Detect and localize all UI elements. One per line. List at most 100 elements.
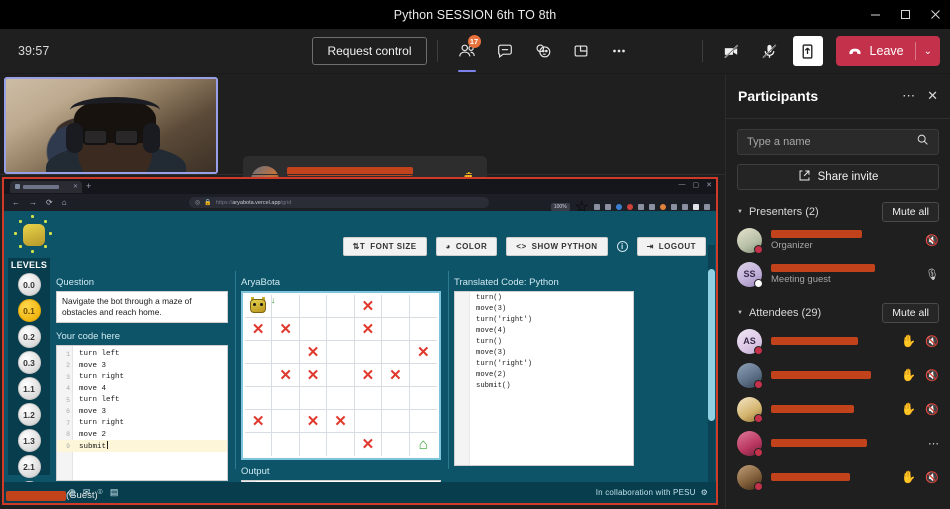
react-icon[interactable] xyxy=(528,36,558,66)
mic-off-icon[interactable] xyxy=(755,36,785,66)
title-bar: Python SESSION 6th TO 8th xyxy=(0,0,950,29)
book-icon[interactable]: ▤ xyxy=(110,487,119,498)
page-scrollbar-thumb[interactable] xyxy=(708,269,715,421)
more-icon[interactable] xyxy=(604,36,634,66)
restore-icon[interactable]: ▢ xyxy=(693,181,700,189)
participants-group-header[interactable]: ▼ Attendees (29) Mute all xyxy=(726,302,950,324)
chevron-down-icon[interactable]: ▼ xyxy=(737,310,743,316)
participant-row[interactable]: SS Meeting guest 🎙 xyxy=(726,257,950,291)
extension-icon-5[interactable] xyxy=(638,204,644,210)
extension-icon-8[interactable] xyxy=(671,204,677,210)
mic-off-icon[interactable]: 🔇 xyxy=(925,369,939,382)
close-icon[interactable] xyxy=(920,0,950,29)
share-invite-button[interactable]: Share invite xyxy=(737,164,939,190)
participant-row[interactable]: ✋ 🔇 xyxy=(726,460,950,494)
minimize-icon[interactable]: — xyxy=(679,181,686,189)
close-icon[interactable]: ✕ xyxy=(927,88,938,104)
more-icon[interactable]: ⋯ xyxy=(928,437,939,450)
gear-icon[interactable]: ⚙ xyxy=(701,488,708,497)
show-python-button[interactable]: <> SHOW PYTHON xyxy=(506,237,608,256)
breakout-rooms-icon[interactable] xyxy=(566,36,596,66)
restore-icon[interactable] xyxy=(890,0,920,29)
level-2-1[interactable]: 2.1 xyxy=(17,455,41,478)
browser-menu-icon[interactable] xyxy=(704,204,710,210)
maze-grid[interactable]: ↓ ✕ ✕ ✕ ✕ ✕ ✕ ✕ ✕ ✕ ✕ ✕ ✕ ✕ ✕ ⌂ xyxy=(245,295,437,456)
new-tab-button[interactable]: + xyxy=(86,182,91,191)
minimize-icon[interactable] xyxy=(860,0,890,29)
close-icon[interactable]: ✕ xyxy=(73,184,78,190)
color-button[interactable]: ◕ COLOR xyxy=(435,237,498,256)
app-toolbar: ⇅T FONT SIZE ◕ COLOR <> SHOW PYTHON i ⇥ … xyxy=(342,237,706,256)
more-icon[interactable]: ⋯ xyxy=(902,88,915,104)
participant-row[interactable]: ⋯ xyxy=(726,426,950,460)
headphone-left xyxy=(66,123,83,153)
participant-row[interactable]: Organizer 🔇 xyxy=(726,223,950,257)
participants-group-header[interactable]: ▼ Presenters (2) Mute all xyxy=(726,201,950,223)
extension-icon-2[interactable] xyxy=(605,204,611,210)
extension-icon-4[interactable] xyxy=(627,204,633,210)
extension-icon-9[interactable] xyxy=(682,204,688,210)
mute-all-button[interactable]: Mute all xyxy=(882,202,939,222)
shared-screen-area[interactable]: ✕ + — ▢ ✕ ← → ⟳ ⌂ ◎ 🔒 https://aryabota.v… xyxy=(2,177,718,505)
participant-row[interactable]: ✋ 🔇 xyxy=(726,392,950,426)
extension-icon-1[interactable] xyxy=(594,204,600,210)
mic-on-icon[interactable]: 🎙 xyxy=(925,268,939,281)
home-icon[interactable]: ⌂ xyxy=(62,198,67,207)
chat-icon[interactable] xyxy=(490,36,520,66)
logout-button[interactable]: ⇥ LOGOUT xyxy=(636,237,706,256)
text-caret xyxy=(107,441,109,450)
camera-off-icon[interactable] xyxy=(717,36,747,66)
address-bar[interactable]: ◎ 🔒 https://aryabota.vercel.app/grid xyxy=(189,197,489,208)
browser-tab-strip: ✕ + — ▢ ✕ xyxy=(4,179,716,194)
participant-row[interactable]: ✋ 🔇 xyxy=(726,358,950,392)
level-1-2[interactable]: 1.2 xyxy=(17,403,41,426)
participant-row[interactable]: AS ✋ 🔇 xyxy=(726,324,950,358)
level-0-0[interactable]: 0.0 xyxy=(17,273,41,296)
mic-off-icon[interactable]: 🔇 xyxy=(925,234,939,247)
back-icon[interactable]: ← xyxy=(12,198,20,207)
chevron-down-icon[interactable]: ▼ xyxy=(737,209,743,215)
presence-indicator xyxy=(754,345,763,355)
font-size-button[interactable]: ⇅T FONT SIZE xyxy=(342,237,427,256)
grid-column: AryaBota ↓✕✕✕✕✕✕✕✕✕✕✕✕✕✕⌂ Output >>> xyxy=(241,277,441,503)
mic-off-icon[interactable]: 🔇 xyxy=(925,403,939,416)
level-1-1[interactable]: 1.1 xyxy=(17,377,41,400)
github-icon[interactable]: ⌾ xyxy=(97,487,102,498)
reload-icon[interactable]: ⟳ xyxy=(46,198,53,207)
forward-icon[interactable]: → xyxy=(29,198,37,207)
active-speaker-video-tile[interactable] xyxy=(4,77,218,174)
editor-scrollbar[interactable] xyxy=(222,348,225,478)
obstacle-icon: ✕ xyxy=(306,343,320,361)
extension-icon-6[interactable] xyxy=(649,204,655,210)
page-scrollbar[interactable] xyxy=(708,245,715,489)
share-screen-icon[interactable] xyxy=(792,36,823,66)
leave-main[interactable]: Leave xyxy=(836,36,915,66)
leave-caret-icon[interactable]: ⌄ xyxy=(916,36,940,66)
mic-off-icon[interactable]: 🔇 xyxy=(925,335,939,348)
python-line: 9submit() xyxy=(455,380,633,391)
browser-tab[interactable]: ✕ xyxy=(10,180,82,193)
level-0-1[interactable]: 0.1 xyxy=(17,299,41,322)
leave-button[interactable]: Leave ⌄ xyxy=(835,36,940,66)
code-editor[interactable]: 1 turn left 2 move 3 3 turn right 4 move 4 5 turn… xyxy=(56,345,228,482)
zoom-level-badge[interactable]: 100% xyxy=(550,203,570,211)
presenter-name-overlay: (Guest) xyxy=(6,490,98,501)
search-icon[interactable] xyxy=(916,133,929,151)
level-1-3[interactable]: 1.3 xyxy=(17,429,41,452)
search-input[interactable] xyxy=(747,136,916,148)
font-size-label: FONT SIZE xyxy=(370,242,417,251)
grid-cell-empty xyxy=(382,387,410,410)
level-0-2[interactable]: 0.2 xyxy=(17,325,41,348)
extension-icon-7[interactable] xyxy=(660,204,666,210)
request-control-button[interactable]: Request control xyxy=(312,37,427,65)
extension-icon-10[interactable] xyxy=(693,204,699,210)
close-icon[interactable]: ✕ xyxy=(706,181,712,189)
level-0-3[interactable]: 0.3 xyxy=(17,351,41,374)
mic-off-icon[interactable]: 🔇 xyxy=(925,471,939,484)
people-icon[interactable]: 17 xyxy=(452,35,482,72)
mute-all-button[interactable]: Mute all xyxy=(882,303,939,323)
extension-icon-3[interactable] xyxy=(616,204,622,210)
code-text: move 2 xyxy=(79,430,107,439)
info-icon[interactable]: i xyxy=(616,241,628,252)
search-participants-field[interactable] xyxy=(737,129,939,155)
